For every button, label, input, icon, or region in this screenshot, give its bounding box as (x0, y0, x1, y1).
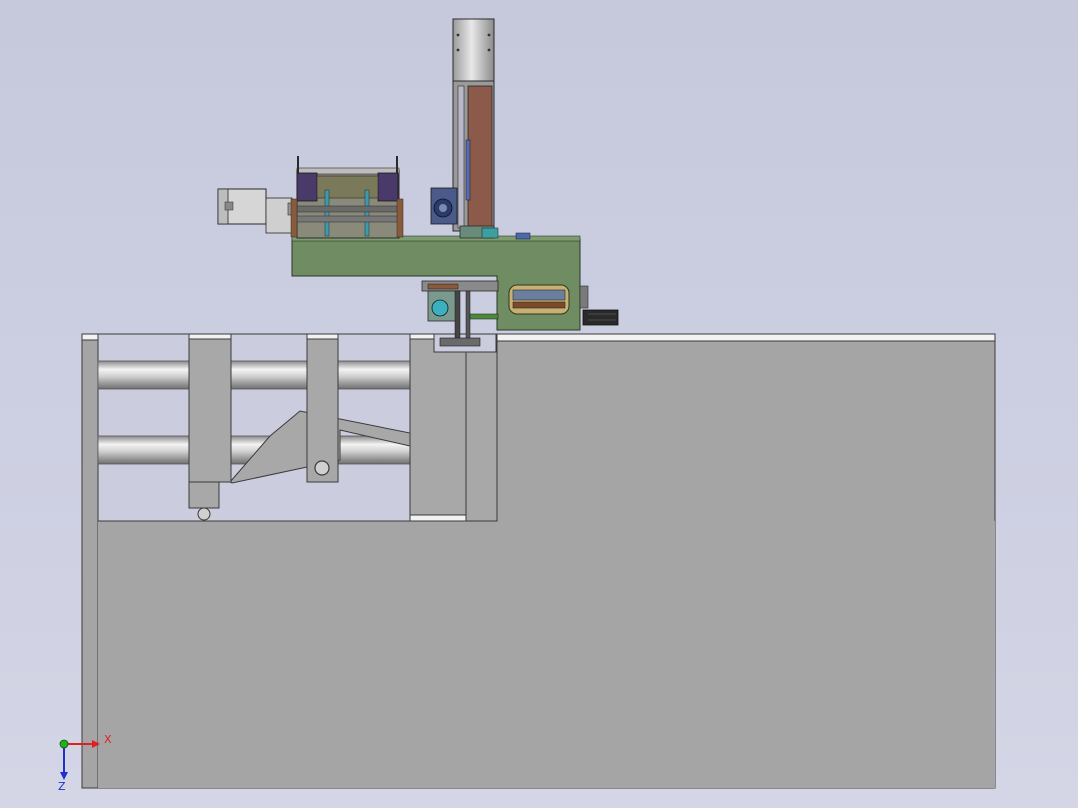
gripper-wheel (431, 299, 449, 317)
base-cavity-sill (409, 514, 467, 522)
right-upright[interactable] (409, 333, 467, 516)
cad-model-scene[interactable]: X Z (0, 0, 1078, 808)
base-top-edge (496, 333, 996, 342)
vertical-column[interactable] (430, 18, 531, 240)
left-purple-clamp[interactable] (296, 172, 318, 202)
upper-guide-rod[interactable] (97, 360, 414, 390)
left-slider-block[interactable] (188, 333, 232, 483)
left-slider-wheel (197, 507, 211, 521)
gripper-vertical-rod-2 (465, 290, 471, 344)
gearbox-brown-leg-left (290, 198, 298, 238)
column-teal-part (481, 227, 499, 239)
gripper-green-rod (469, 313, 499, 320)
right-purple-clamp[interactable] (377, 172, 399, 202)
mid-slider-cap (306, 333, 339, 340)
z-arrow-head-icon (60, 772, 68, 780)
gearbox-lower-bar (296, 205, 400, 213)
left-slider-cap (188, 333, 232, 340)
x-axis-label: X (104, 733, 112, 746)
base-left-cap (81, 333, 99, 341)
drive-unit[interactable] (217, 156, 404, 239)
y-axis-dot-icon (59, 739, 69, 749)
mid-slider-pin (314, 460, 330, 476)
column-slot (457, 85, 465, 229)
gripper-brown-link (427, 283, 459, 290)
right-teal-rod (364, 189, 370, 237)
cad-viewport[interactable]: X Z (0, 0, 1078, 808)
base-bottom-fill (98, 521, 995, 788)
gearbox-brown-leg-right (396, 198, 404, 238)
black-cylinder[interactable] (582, 309, 619, 326)
gripper-foot (439, 337, 481, 347)
right-upright-cap (409, 333, 435, 340)
inner-post[interactable] (465, 333, 498, 522)
side-bracket (579, 285, 589, 309)
base-left-post (81, 333, 99, 789)
plate-window-inner (512, 289, 566, 301)
column-blue-bar (465, 139, 471, 201)
plate-window-rail (512, 301, 566, 309)
left-slider-foot (188, 481, 220, 509)
z-axis-label: Z (58, 780, 66, 793)
gripper-vertical-rod (454, 290, 461, 344)
mid-slider-block[interactable] (306, 333, 339, 483)
gearbox-lower-bar-2 (296, 215, 400, 223)
left-teal-rod (324, 189, 330, 237)
column-blue-part (515, 232, 531, 240)
column-brown-rail[interactable] (467, 85, 493, 229)
